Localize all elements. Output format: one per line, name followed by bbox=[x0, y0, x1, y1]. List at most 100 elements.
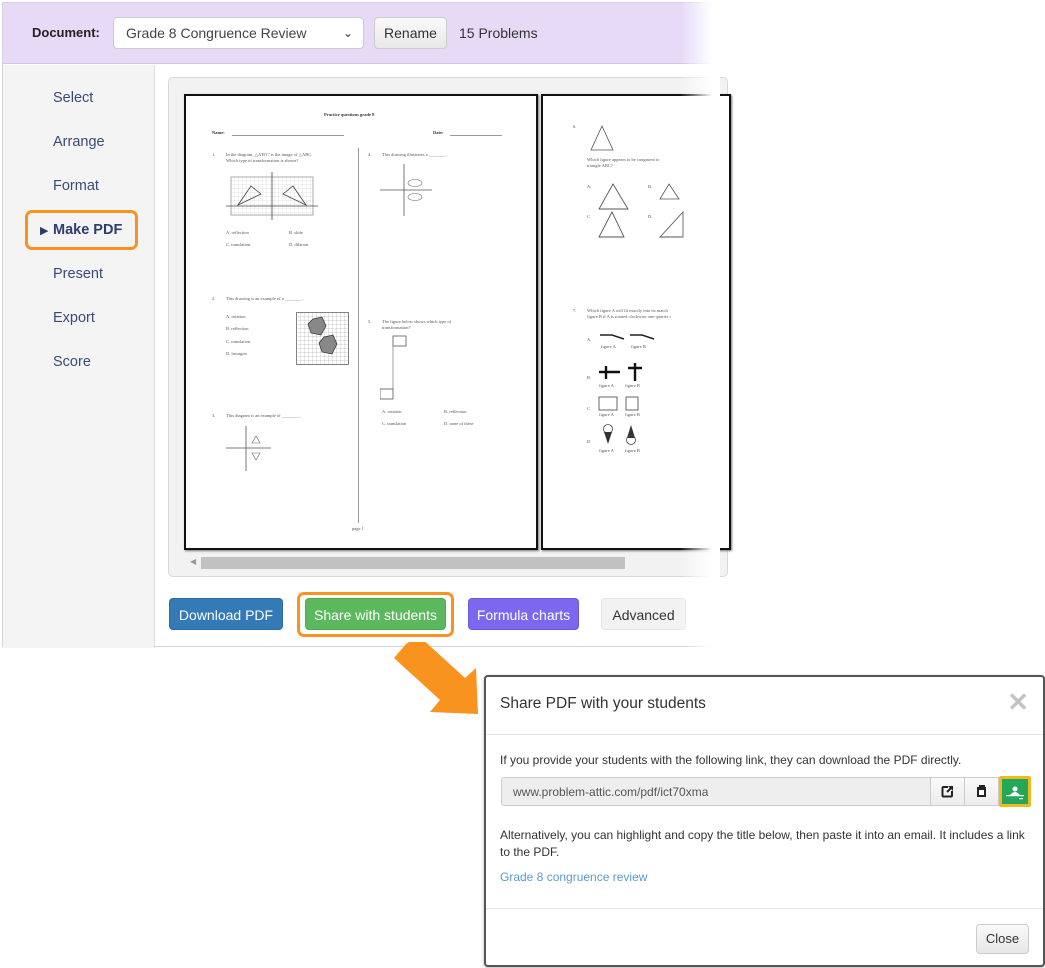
open-link-button[interactable] bbox=[930, 777, 965, 806]
modal-footer-divider bbox=[486, 908, 1043, 909]
q5-text: The figure below shows which type of bbox=[382, 319, 452, 324]
document-select[interactable]: Grade 8 Congruence Review ⌄ bbox=[113, 17, 364, 49]
q5-option-b: B. reflection bbox=[444, 409, 467, 414]
date-label: Date: bbox=[433, 130, 444, 135]
q5-option-c: C. translation bbox=[382, 421, 407, 426]
copy-clipboard-icon bbox=[977, 785, 986, 797]
q7-text-2: figure B if A is rotated clockwise one-q… bbox=[587, 314, 671, 319]
q1-option-c: C. translation bbox=[226, 242, 251, 247]
pdf-page-2: 6. Which figure appears to be congruent … bbox=[541, 94, 731, 550]
google-classroom-button[interactable] bbox=[999, 776, 1031, 807]
q2-option-b: B. reflection bbox=[226, 326, 249, 331]
q2-option-a: A. rotation bbox=[226, 314, 246, 319]
q2-option-d: D. hexagon bbox=[226, 351, 247, 356]
modal-header-divider bbox=[486, 734, 1043, 735]
q1-grid-diagram bbox=[226, 172, 318, 220]
q3-number: 3. bbox=[212, 413, 216, 418]
q1-option-a: A. reflection bbox=[226, 230, 249, 235]
google-classroom-icon bbox=[1006, 786, 1024, 800]
q6-option-c-triangle bbox=[598, 210, 625, 238]
q7-option-d: D. bbox=[587, 439, 592, 444]
q1-text-2: Which type of transformation is shown? bbox=[226, 158, 299, 163]
modal-intro-text: If you provide your students with the fo… bbox=[500, 753, 962, 767]
q5-number: 5. bbox=[368, 319, 372, 324]
q7-text: Which figure A will fit exactly into its… bbox=[587, 308, 668, 313]
name-line bbox=[232, 135, 344, 136]
share-pdf-modal: Share PDF with your students ✕ If you pr… bbox=[484, 675, 1045, 967]
sidebar-item-present[interactable]: Present bbox=[53, 266, 103, 282]
name-label: Name: bbox=[212, 130, 225, 135]
q6-option-d-triangle bbox=[658, 210, 684, 238]
q2-option-c: C. translation bbox=[226, 339, 251, 344]
q7-d-label-a: figure A bbox=[599, 448, 614, 453]
sidebar-item-format[interactable]: Format bbox=[53, 178, 99, 194]
q2-number: 2. bbox=[212, 296, 216, 301]
advanced-button[interactable]: Advanced bbox=[601, 598, 686, 630]
sidebar: Select Arrange Format ▶ Make PDF Present… bbox=[3, 65, 155, 648]
sidebar-item-export[interactable]: Export bbox=[53, 310, 95, 326]
q6-option-a-triangle bbox=[598, 183, 629, 210]
q6-option-a: A. bbox=[587, 184, 592, 189]
q7-a-label-b: figure B bbox=[631, 344, 646, 349]
q6-option-c: C. bbox=[587, 214, 592, 219]
rename-button[interactable]: Rename bbox=[374, 17, 447, 49]
pdf-page-1: Practice questions grade 8 Name: Date: 1… bbox=[184, 94, 538, 550]
page-footer: page 1 bbox=[352, 526, 364, 531]
pdf-title-link[interactable]: Grade 8 congruence review bbox=[500, 870, 647, 884]
q7-option-b-figures bbox=[599, 363, 642, 381]
sidebar-item-score[interactable]: Score bbox=[53, 354, 91, 370]
document-toolbar: Document: Grade 8 Congruence Review ⌄ Re… bbox=[3, 3, 713, 64]
copy-link-button[interactable] bbox=[964, 777, 999, 806]
q6-text-2: triangle ABC? bbox=[587, 163, 613, 168]
q7-c-label-a: figure A bbox=[599, 412, 614, 417]
q1-option-d: D. dilation bbox=[289, 242, 309, 247]
q1-number: 1. bbox=[212, 152, 216, 157]
q5-text-2: transformation? bbox=[382, 325, 411, 330]
document-label: Document: bbox=[32, 25, 100, 40]
document-select-value: Grade 8 Congruence Review bbox=[126, 25, 307, 41]
q5-option-a: A. rotation bbox=[382, 409, 402, 414]
sidebar-item-select[interactable]: Select bbox=[53, 90, 93, 106]
q7-option-c-figures bbox=[598, 396, 639, 411]
q4-diagram bbox=[380, 164, 432, 216]
horizontal-scrollbar[interactable]: ◀ bbox=[184, 554, 729, 570]
modal-title: Share PDF with your students bbox=[500, 695, 706, 712]
scroll-left-icon[interactable]: ◀ bbox=[190, 557, 196, 566]
q5-option-d: D. none of these bbox=[444, 421, 474, 426]
q7-b-label-a: figure A bbox=[599, 383, 614, 388]
q6-option-d: D. bbox=[648, 214, 653, 219]
callout-arrow-icon bbox=[394, 642, 478, 714]
q7-option-d-figures bbox=[603, 424, 636, 445]
q6-triangle-abc bbox=[590, 125, 614, 151]
close-icon[interactable]: ✕ bbox=[1007, 687, 1029, 717]
q7-c-label-b: figure B bbox=[625, 412, 640, 417]
scrollbar-thumb[interactable] bbox=[201, 557, 625, 569]
date-line bbox=[450, 135, 502, 136]
download-pdf-button[interactable]: Download PDF bbox=[169, 598, 283, 630]
sidebar-item-make-pdf[interactable]: Make PDF bbox=[53, 222, 122, 238]
q7-a-label-a: figure A bbox=[601, 344, 616, 349]
q6-text: Which figure appears to be congruent to bbox=[587, 157, 660, 162]
q6-option-b-triangle bbox=[659, 183, 680, 200]
q7-option-c: C. bbox=[587, 406, 592, 411]
share-link-input[interactable]: www.problem-attic.com/pdf/ict70xma bbox=[501, 777, 931, 806]
close-button[interactable]: Close bbox=[976, 924, 1029, 954]
worksheet-title: Practice questions grade 8 bbox=[324, 112, 375, 117]
share-with-students-button[interactable]: Share with students bbox=[305, 598, 446, 630]
q7-option-a-figures bbox=[600, 334, 655, 340]
q7-number: 7. bbox=[573, 308, 577, 313]
q3-text: This diagram is an example of ________. bbox=[226, 413, 301, 418]
modal-alt-text: Alternatively, you can highlight and cop… bbox=[500, 828, 1025, 859]
pdf-preview: Practice questions grade 8 Name: Date: 1… bbox=[168, 77, 731, 577]
q6-option-b: B. bbox=[648, 184, 653, 189]
q6-number: 6. bbox=[573, 124, 577, 129]
q3-diagram bbox=[226, 426, 271, 471]
sidebar-item-arrange[interactable]: Arrange bbox=[53, 134, 105, 150]
q5-diagram bbox=[380, 335, 407, 400]
caret-right-icon: ▶ bbox=[40, 225, 49, 237]
q7-b-label-b: figure B bbox=[625, 383, 640, 388]
formula-charts-button[interactable]: Formula charts bbox=[468, 598, 579, 630]
q1-option-b: B. slide bbox=[289, 230, 303, 235]
external-link-icon bbox=[941, 785, 954, 798]
q7-d-label-b: figure B bbox=[625, 448, 640, 453]
